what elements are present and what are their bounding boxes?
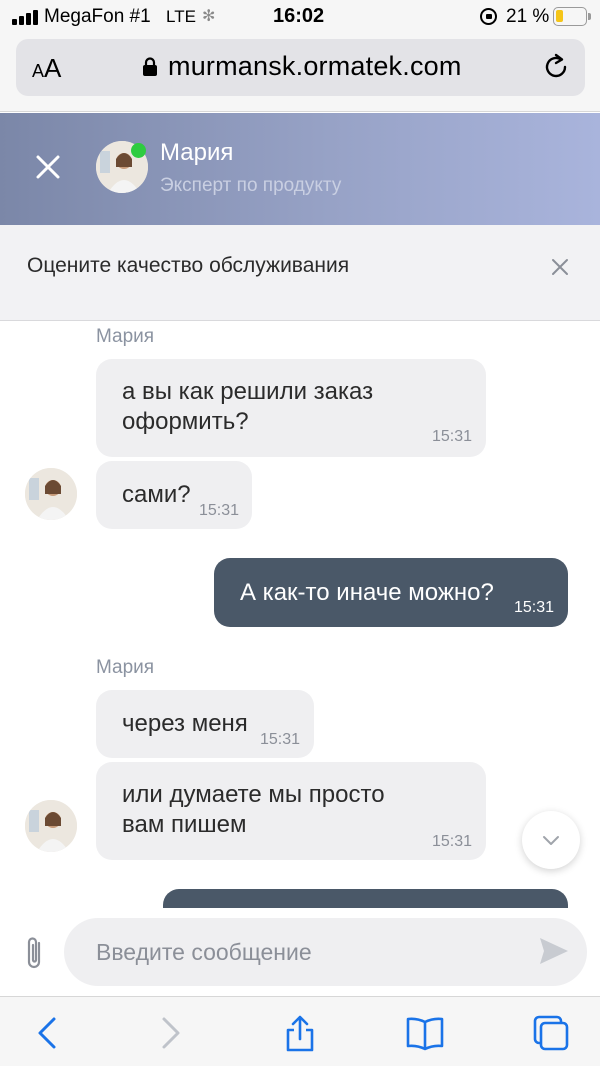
page-url[interactable]: murmansk.ormatek.com bbox=[168, 51, 462, 82]
outgoing-message: А как-то иначе можно? 15:31 bbox=[214, 558, 568, 627]
address-bar[interactable]: AA murmansk.ormatek.com bbox=[16, 39, 585, 96]
message-line: или думаете мы просто bbox=[122, 781, 385, 808]
rating-prompt[interactable]: Оцените качество обслуживания bbox=[27, 254, 349, 278]
incoming-message: через меня 15:31 bbox=[96, 690, 314, 758]
lock-icon bbox=[143, 57, 157, 76]
agent-name: Мария bbox=[160, 139, 234, 166]
carrier-name: MegaFon #1 bbox=[44, 6, 151, 27]
bookmarks-icon[interactable] bbox=[405, 1013, 445, 1053]
share-icon[interactable] bbox=[280, 1013, 320, 1053]
tabs-icon[interactable] bbox=[531, 1013, 571, 1053]
agent-avatar bbox=[25, 800, 77, 852]
close-icon[interactable] bbox=[548, 255, 572, 279]
message-line: оформить? bbox=[122, 408, 249, 435]
incoming-message: а вы как решили заказ оформить? 15:31 bbox=[96, 359, 486, 457]
browser-address-area: AA murmansk.ormatek.com bbox=[0, 34, 600, 112]
paperclip-icon[interactable] bbox=[20, 934, 48, 972]
back-arrow-icon[interactable] bbox=[28, 1013, 68, 1053]
close-icon[interactable] bbox=[30, 149, 66, 185]
message-time: 15:31 bbox=[260, 731, 301, 748]
text-size-button[interactable]: AA bbox=[32, 53, 61, 84]
rating-banner[interactable]: Оцените качество обслуживания bbox=[0, 225, 600, 321]
message-line: а вы как решили заказ bbox=[122, 378, 374, 405]
message-line: вам пишем bbox=[122, 811, 247, 838]
forward-arrow-icon[interactable] bbox=[150, 1013, 190, 1053]
incoming-message: или думаете мы просто вам пишем 15:31 bbox=[96, 762, 486, 860]
message-composer bbox=[0, 908, 600, 996]
battery-percent: 21 % bbox=[506, 6, 550, 27]
message-list[interactable]: Мария а вы как решили заказ оформить? 15… bbox=[0, 322, 600, 908]
message-text: сами? bbox=[122, 481, 191, 508]
battery-icon bbox=[553, 7, 587, 26]
message-text: А как-то иначе можно? bbox=[240, 579, 494, 606]
signal-strength-icon bbox=[12, 10, 38, 25]
outgoing-message-partial bbox=[163, 889, 568, 908]
agent-role: Эксперт по продукту bbox=[160, 175, 342, 196]
status-time: 16:02 bbox=[273, 5, 325, 27]
message-time: 15:31 bbox=[199, 502, 240, 519]
activity-spinner-icon: ✻ bbox=[202, 8, 216, 25]
message-text: а вы как решили заказ оформить? bbox=[122, 377, 373, 437]
message-time: 15:31 bbox=[432, 428, 473, 445]
chat-header: Мария Эксперт по продукту bbox=[0, 113, 600, 225]
message-time: 15:31 bbox=[514, 599, 555, 616]
message-input[interactable] bbox=[64, 918, 587, 986]
battery-level-fill bbox=[556, 10, 563, 22]
browser-toolbar bbox=[0, 996, 600, 1066]
send-icon[interactable] bbox=[538, 936, 570, 966]
battery-tip bbox=[588, 13, 591, 20]
chevron-down-icon bbox=[543, 836, 559, 845]
incoming-message: сами? 15:31 bbox=[96, 461, 252, 529]
message-time: 15:31 bbox=[432, 833, 473, 850]
reload-icon[interactable] bbox=[541, 52, 571, 82]
sender-name: Мария bbox=[96, 326, 155, 347]
status-bar: MegaFon #1 LTE ✻ 16:02 21 % bbox=[0, 0, 600, 34]
sender-name: Мария bbox=[96, 657, 155, 678]
message-text: через меня bbox=[122, 710, 248, 737]
agent-avatar bbox=[25, 468, 77, 520]
scroll-to-bottom-button[interactable] bbox=[522, 811, 580, 869]
network-type: LTE bbox=[166, 7, 196, 26]
online-status-indicator bbox=[131, 143, 146, 158]
orientation-lock-icon bbox=[480, 8, 497, 25]
message-text: или думаете мы просто вам пишем bbox=[122, 780, 385, 840]
